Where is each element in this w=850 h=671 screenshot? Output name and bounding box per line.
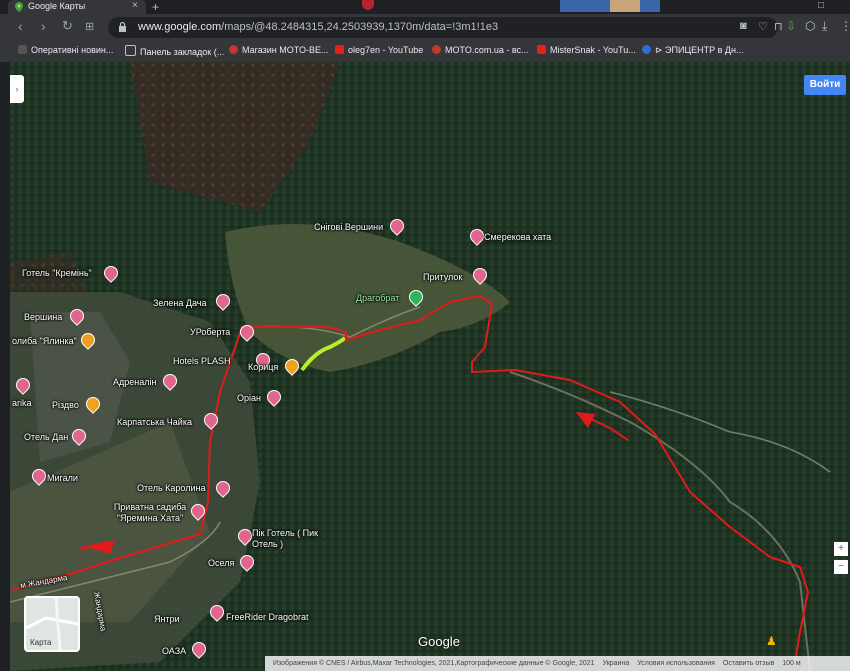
place-label[interactable]: Карпатська Чайка bbox=[117, 417, 192, 427]
bookmark-item[interactable]: oleg7en - YouTube bbox=[335, 45, 423, 55]
google-logo: Google bbox=[418, 634, 460, 649]
place-label[interactable]: Снігові Вершини bbox=[314, 222, 383, 232]
google-maps-favicon-icon bbox=[15, 2, 23, 12]
collapse-side-panel-button[interactable]: › bbox=[10, 75, 24, 103]
layers-label: Карта bbox=[30, 638, 52, 647]
bookmark-item[interactable]: ⊳ ЭПИЦЕНТР в Дн... bbox=[642, 45, 743, 56]
place-label[interactable]: Оселя bbox=[208, 558, 234, 568]
attribution-text: Изображения © CNES / Airbus,Maxar Techno… bbox=[273, 660, 595, 667]
place-label[interactable]: Приватна садиба "Яремина Хата" bbox=[110, 502, 190, 524]
epicentr-icon bbox=[642, 45, 651, 54]
browser-toolbar: ‹ › ↻ ⊞ www.google.com/maps/@48.2484315,… bbox=[0, 14, 850, 42]
zoom-controls: + − bbox=[834, 542, 848, 632]
satellite-imagery bbox=[10, 62, 850, 671]
address-bar[interactable]: www.google.com/maps/@48.2484315,24.25039… bbox=[108, 17, 783, 38]
place-label[interactable]: Отель Дан bbox=[24, 432, 68, 442]
map-footer: Изображения © CNES / Airbus,Maxar Techno… bbox=[265, 656, 850, 671]
place-label[interactable]: Смерекова хата bbox=[484, 232, 551, 242]
extension-download-icon[interactable]: ⇩ bbox=[786, 19, 796, 33]
place-label[interactable]: ОАЗА bbox=[162, 646, 186, 656]
place-label[interactable]: Різдво bbox=[52, 400, 79, 410]
place-label[interactable]: arika bbox=[12, 398, 32, 408]
satellite-map[interactable]: › Снігові Вершини Смерекова хата Готель … bbox=[10, 62, 850, 671]
scale-label[interactable]: 100 м bbox=[782, 660, 800, 667]
zoom-in-button[interactable]: + bbox=[834, 542, 848, 556]
lock-icon bbox=[119, 21, 126, 32]
place-label[interactable]: Оріан bbox=[237, 393, 261, 403]
url-text: www.google.com/maps/@48.2484315,24.25039… bbox=[138, 21, 498, 33]
bookmark-item[interactable]: MisterSnak - YouTu... bbox=[537, 45, 636, 55]
place-label[interactable]: Вершина bbox=[24, 312, 62, 322]
tab-strip: Google Карты × + □ bbox=[0, 0, 850, 14]
place-label[interactable]: Пік Готель ( Пик Отель ) bbox=[252, 528, 322, 550]
shop-icon bbox=[229, 45, 238, 54]
pegman-icon[interactable]: ♟ bbox=[766, 634, 777, 648]
bookmark-item[interactable]: Оперативні новин... bbox=[18, 45, 113, 55]
layers-switcher[interactable]: Карта bbox=[24, 596, 80, 652]
url-host: www.google.com bbox=[138, 21, 222, 33]
camera-icon[interactable]: ◙ bbox=[740, 20, 747, 32]
bookmark-item[interactable]: Магазин MOTO-BE... bbox=[229, 45, 329, 55]
place-label[interactable]: Мигали bbox=[47, 473, 78, 483]
sign-in-button[interactable]: Войти bbox=[804, 75, 846, 95]
moto-icon bbox=[432, 45, 441, 54]
cube-icon[interactable]: ⬡ bbox=[805, 19, 815, 33]
heart-icon[interactable]: ♡ bbox=[758, 20, 768, 33]
terms-link[interactable]: Условия использования bbox=[637, 660, 715, 667]
place-label[interactable]: Драгобрат bbox=[356, 293, 399, 303]
tab-close-button[interactable]: × bbox=[132, 0, 138, 11]
place-label[interactable]: олиба "Ялинка" bbox=[12, 336, 77, 346]
tab-google-maps[interactable]: Google Карты × bbox=[8, 0, 146, 14]
bookmarks-bar: Оперативні новин... Панель закладок (...… bbox=[0, 42, 850, 63]
youtube-icon bbox=[537, 45, 546, 54]
news-icon bbox=[18, 45, 27, 54]
place-label[interactable]: Кориця bbox=[248, 362, 278, 372]
bookmark-item[interactable]: Панель закладок (... bbox=[125, 45, 224, 57]
side-panel-edge bbox=[0, 62, 10, 671]
place-label[interactable]: Зелена Дача bbox=[153, 298, 206, 308]
feedback-link[interactable]: Оставить отзыв bbox=[723, 660, 774, 667]
place-label[interactable]: Адреналін bbox=[113, 377, 156, 387]
bookmark-icon[interactable]: ⊓ bbox=[774, 20, 783, 33]
background-tab[interactable] bbox=[362, 0, 374, 10]
apps-grid-icon[interactable]: ⊞ bbox=[85, 20, 94, 33]
download-icon[interactable]: ⤓ bbox=[822, 19, 827, 34]
tab-title: Google Карты bbox=[28, 1, 86, 11]
menu-icon[interactable]: ⋮ bbox=[840, 19, 850, 33]
url-path: /maps/@48.2484315,24.2503939,1370m/data=… bbox=[221, 21, 499, 33]
place-label[interactable]: FreeRider Dragobrat bbox=[226, 612, 309, 622]
forward-icon[interactable]: › bbox=[41, 18, 46, 34]
folder-icon bbox=[125, 45, 136, 56]
bookmark-item[interactable]: MOTO.com.ua - вс... bbox=[432, 45, 529, 55]
new-tab-button[interactable]: + bbox=[152, 0, 159, 14]
youtube-icon bbox=[335, 45, 344, 54]
place-label[interactable]: Готель "Кремінь" bbox=[22, 268, 92, 278]
place-label[interactable]: Притулок bbox=[423, 272, 462, 282]
place-label[interactable]: Янтри bbox=[154, 614, 180, 624]
place-label[interactable]: Отель Каролина bbox=[137, 483, 205, 493]
window-control-icon[interactable]: □ bbox=[818, 0, 824, 11]
reload-icon[interactable]: ↻ bbox=[62, 18, 73, 34]
place-label[interactable]: УРоберта bbox=[190, 327, 230, 337]
zoom-out-button[interactable]: − bbox=[834, 560, 848, 574]
back-icon[interactable]: ‹ bbox=[18, 18, 23, 34]
background-tab[interactable] bbox=[610, 0, 640, 12]
place-label[interactable]: Hotels PLASH bbox=[173, 356, 231, 366]
country-link[interactable]: Украина bbox=[603, 660, 630, 667]
